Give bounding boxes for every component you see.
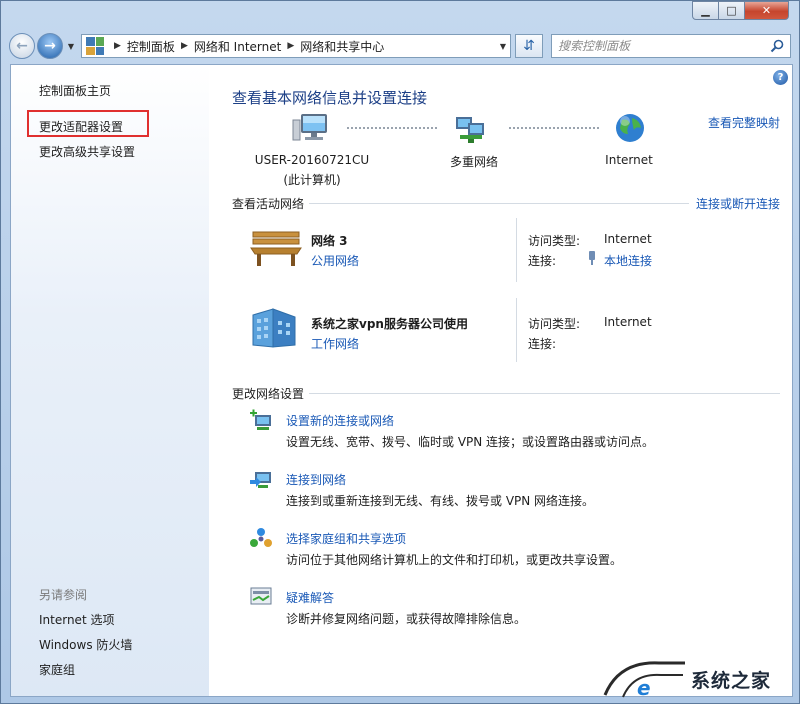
breadcrumb-network-sharing-center[interactable]: 网络和共享中心: [300, 38, 384, 55]
watermark-text: 系统之家: [691, 669, 772, 692]
map-computer-caption: (此计算机): [283, 173, 341, 187]
access-type-value: Internet: [604, 315, 652, 329]
breadcrumb-network-internet[interactable]: 网络和 Internet: [194, 38, 281, 55]
map-network-label: 多重网络: [449, 155, 498, 169]
breadcrumb-control-panel[interactable]: 控制面板: [127, 38, 175, 55]
map-connector-line: [347, 127, 437, 129]
ethernet-plug-icon: [589, 251, 595, 265]
view-full-map-link[interactable]: 查看完整映射: [708, 114, 780, 131]
help-icon[interactable]: ?: [773, 70, 788, 85]
local-connection-link[interactable]: 本地连接: [604, 252, 652, 269]
building-icon: [252, 308, 296, 348]
map-internet-label: Internet: [605, 153, 653, 167]
task-homegroup-link[interactable]: 选择家庭组和共享选项: [286, 530, 406, 547]
access-type-label: 访问类型:: [528, 317, 581, 331]
change-settings-heading: 更改网络设置: [232, 387, 305, 401]
sidebar-item-homegroup[interactable]: 家庭组: [39, 661, 75, 678]
svg-text:e: e: [637, 676, 651, 700]
task-description: 设置无线、宽带、拨号、临时或 VPN 连接；或设置路由器或访问点。: [286, 435, 655, 449]
address-dropdown-icon[interactable]: ▼: [500, 42, 506, 51]
section-divider: [309, 203, 689, 204]
task-description: 连接到或重新连接到无线、有线、拨号或 VPN 网络连接。: [286, 494, 595, 508]
titlebar-controls: ▁ □ ✕: [692, 1, 789, 20]
refresh-button[interactable]: ⇵: [515, 34, 543, 58]
network-name: 系统之家vpn服务器公司使用: [311, 317, 468, 331]
homegroup-icon: [250, 528, 272, 547]
see-also-heading: 另请参阅: [39, 588, 88, 602]
forward-arrow-icon: →: [44, 38, 56, 54]
navigation-bar: ← → ▼ ▶ 控制面板 ▶ 网络和 Internet ▶ 网络和共享中心 ▼ …: [9, 31, 791, 61]
task-setup-connection-link[interactable]: 设置新的连接或网络: [286, 412, 394, 429]
map-connector-line: [509, 127, 599, 129]
column-divider: [516, 298, 517, 362]
minimize-button[interactable]: ▁: [692, 1, 719, 20]
network-category-link[interactable]: 工作网络: [311, 335, 359, 352]
task-description: 诊断并修复网络问题，或获得故障排除信息。: [286, 612, 527, 626]
bench-icon: [250, 231, 302, 266]
control-panel-icon: [86, 37, 104, 55]
sidebar-item-change-adapter-settings[interactable]: 更改适配器设置: [39, 118, 123, 135]
watermark-logo-icon: e: [603, 661, 685, 700]
close-button[interactable]: ✕: [745, 1, 789, 20]
main-panel: ? 查看基本网络信息并设置连接 查看完整映射 USER-20160721CU (…: [209, 65, 792, 696]
task-troubleshoot-link[interactable]: 疑难解答: [286, 589, 334, 606]
computer-icon: [292, 114, 327, 141]
connect-network-icon: [250, 472, 271, 488]
back-button[interactable]: ←: [9, 33, 35, 59]
refresh-icon: ⇵: [523, 38, 535, 54]
search-icon[interactable]: [770, 39, 784, 53]
back-arrow-icon: ←: [16, 38, 28, 54]
breadcrumb-separator-icon: ▶: [114, 41, 121, 51]
address-bar[interactable]: ▶ 控制面板 ▶ 网络和 Internet ▶ 网络和共享中心 ▼: [81, 34, 511, 58]
page-title: 查看基本网络信息并设置连接: [232, 89, 428, 107]
watermark-logo: e 系统之家: [599, 655, 799, 703]
active-networks-heading: 查看活动网络: [232, 197, 305, 211]
forward-button[interactable]: →: [37, 33, 63, 59]
window-frame: ▁ □ ✕ ← → ▼ ▶ 控制面板 ▶ 网络和 Internet ▶ 网络和共…: [0, 0, 800, 704]
connections-label: 连接:: [528, 254, 557, 268]
breadcrumb-separator-icon: ▶: [180, 41, 188, 51]
connect-disconnect-link[interactable]: 连接或断开连接: [696, 195, 780, 212]
globe-icon: [616, 114, 644, 142]
content-area: 控制面板主页 更改适配器设置 更改高级共享设置 另请参阅 Internet 选项…: [10, 64, 793, 697]
task-connect-network-link[interactable]: 连接到网络: [286, 471, 346, 488]
access-type-value: Internet: [604, 232, 652, 246]
search-input[interactable]: [558, 39, 748, 53]
network-icon: [456, 117, 484, 143]
map-computer-name: USER-20160721CU: [254, 153, 370, 167]
sidebar: 控制面板主页 更改适配器设置 更改高级共享设置 另请参阅 Internet 选项…: [11, 65, 209, 696]
maximize-button[interactable]: □: [719, 1, 745, 20]
column-divider: [516, 218, 517, 282]
network-name: 网络 3: [311, 234, 348, 248]
recent-pages-dropdown[interactable]: ▼: [65, 42, 77, 51]
section-divider: [309, 393, 780, 394]
sidebar-item-advanced-sharing[interactable]: 更改高级共享设置: [39, 143, 135, 160]
breadcrumb-separator-icon: ▶: [287, 41, 295, 51]
new-connection-icon: [250, 409, 271, 430]
access-type-label: 访问类型:: [528, 234, 581, 248]
task-description: 访问位于其他网络计算机上的文件和打印机，或更改共享设置。: [286, 553, 623, 567]
sidebar-item-windows-firewall[interactable]: Windows 防火墙: [39, 636, 132, 653]
sidebar-item-control-panel-home[interactable]: 控制面板主页: [39, 82, 111, 99]
troubleshoot-icon: [250, 587, 272, 605]
sidebar-item-internet-options[interactable]: Internet 选项: [39, 611, 114, 628]
search-box: [551, 34, 791, 58]
connections-label: 连接:: [528, 337, 557, 351]
network-category-link[interactable]: 公用网络: [311, 252, 359, 269]
